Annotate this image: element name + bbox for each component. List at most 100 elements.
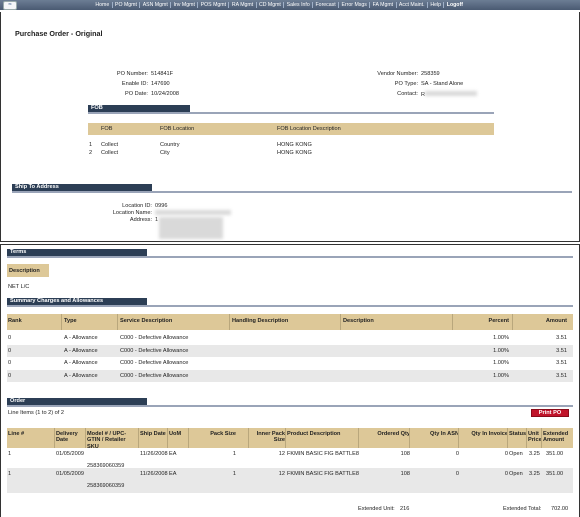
nav-item[interactable]: Logoff (444, 2, 465, 8)
redacted-location-name (155, 210, 231, 215)
col-divider (117, 314, 118, 330)
order-invoice: 0 (504, 451, 508, 457)
order-status: Open (509, 451, 523, 457)
nav-item[interactable]: CD Mgmt (257, 2, 285, 8)
nav-item[interactable]: ASN Mgmt (140, 2, 172, 8)
fob-section-rule (88, 112, 494, 114)
charges-col-header: Description (343, 318, 374, 324)
order-col-header: Pack Size (210, 431, 236, 437)
po-number-value: 514841F (151, 71, 174, 77)
col-divider (541, 428, 542, 448)
order-col-header: Status (509, 431, 527, 437)
fob-section-header: FOB (88, 105, 190, 112)
nav-item[interactable]: Inv Mgmt (171, 2, 199, 8)
fob-row-location: Country (160, 142, 180, 148)
fob-row-index: 1 (89, 142, 93, 148)
charges-percent: 1.00% (493, 360, 509, 366)
terms-section-header: Terms (7, 249, 147, 256)
col-divider (248, 428, 249, 448)
charges-cell: 0 (8, 372, 12, 379)
redacted-block (425, 91, 478, 96)
order-col-header: Ordered Qty (377, 431, 410, 437)
order-asn: 0 (455, 471, 459, 477)
address-line1: 1 (155, 217, 159, 223)
col-divider (458, 428, 459, 448)
charges-cell: C000 - Defective Allowance (120, 360, 189, 366)
order-desc: FKMIN BASIC FIG BATTLE8 (287, 471, 360, 477)
nav-item[interactable]: RA Mgmt (229, 2, 257, 8)
col-divider (138, 428, 139, 448)
order-asn: 0 (455, 451, 459, 457)
col-divider (188, 428, 189, 448)
print-po-button[interactable]: Print PO (531, 409, 569, 417)
charges-percent: 1.00% (493, 347, 509, 354)
charges-amount: 3.51 (556, 335, 567, 341)
charges-amount: 3.51 (556, 360, 567, 366)
order-uom: EA (169, 451, 177, 457)
order-col-header: Ship Date (140, 431, 166, 437)
contact-label: Contact: (397, 91, 418, 97)
nav-item[interactable]: Sales Info (284, 2, 314, 8)
col-divider (526, 428, 527, 448)
col-divider (512, 314, 513, 330)
charges-cell: A - Allowance (64, 360, 98, 366)
nav-menu: Home PO Mgmt ASN Mgmt Inv Mgmt POS Mgmt RA Mg… (93, 2, 465, 8)
col-divider (85, 428, 86, 448)
charges-col-header: Percent (488, 318, 509, 324)
charges-cell: A - Allowance (64, 372, 98, 379)
nav-item[interactable]: Home (93, 2, 113, 8)
fob-row-fob: Collect (101, 142, 119, 148)
enable-id-label: Enable ID: (121, 81, 148, 87)
po-type-value: SA - Stand Alone (421, 81, 464, 87)
charges-section-header: Summary Charges and Allowances (7, 298, 147, 305)
charges-col-header: Service Description (120, 318, 173, 324)
fob-row-description: HONG KONG (277, 142, 312, 148)
order-delivery: 01/05/2009 (56, 451, 84, 457)
order-col-header: Extended Amount (543, 431, 569, 444)
charges-amount: 3.51 (556, 347, 567, 354)
nav-item[interactable]: Acct Maint. (397, 2, 428, 8)
order-delivery: 01/05/2009 (56, 471, 84, 477)
location-id-value: 0996 (155, 203, 168, 209)
col-divider (61, 314, 62, 330)
charges-percent: 1.00% (493, 372, 509, 379)
charges-col-header: Type (64, 318, 77, 324)
order-ext: 351.00 (546, 471, 564, 477)
app-logo-icon[interactable]: ≈ (3, 1, 17, 10)
col-divider (54, 428, 55, 448)
enable-id-value: 147690 (151, 81, 170, 87)
ship-to-section-header: Ship To Address (12, 184, 152, 191)
nav-item[interactable]: Error Msgs (339, 2, 371, 8)
order-price: 3.25 (529, 451, 540, 457)
nav-item[interactable]: Help (428, 2, 445, 8)
fob-row-description: HONG KONG (277, 150, 312, 156)
charges-cell: 0 (8, 347, 12, 354)
fob-row-location: City (160, 150, 170, 156)
po-date-value: 10/24/2008 (151, 91, 179, 97)
order-line: 1 (8, 471, 12, 477)
charges-section-rule (7, 305, 573, 307)
nav-item[interactable]: PO Mgmt (113, 2, 141, 8)
charges-cell: A - Allowance (64, 335, 98, 341)
nav-item[interactable]: FA Mgmt (370, 2, 397, 8)
col-divider (507, 428, 508, 448)
charges-cell: C000 - Defective Allowance (120, 347, 189, 354)
po-type-label: PO Type: (394, 81, 418, 87)
col-divider (452, 314, 453, 330)
page-title: Purchase Order - Original (15, 29, 103, 38)
nav-item[interactable]: Forecast (313, 2, 340, 8)
vendor-number-value: 258359 (421, 71, 440, 77)
col-divider (340, 314, 341, 330)
extended-total-value: 702.00 (551, 506, 569, 512)
charges-col-header: Rank (8, 318, 22, 324)
po-number-label: PO Number: (116, 71, 148, 77)
fob-col-fob: FOB (101, 126, 113, 132)
extended-total-label: Extended Total: (503, 506, 542, 512)
location-id-label: Location ID: (122, 203, 152, 209)
order-invoice: 0 (504, 471, 508, 477)
contact-value: R (421, 91, 478, 98)
po-date-label: PO Date: (124, 91, 148, 97)
nav-item[interactable]: POS Mgmt (198, 2, 230, 8)
order-col-header: Qty In Invoice (471, 431, 508, 437)
vendor-number-label: Vendor Number: (377, 71, 418, 77)
